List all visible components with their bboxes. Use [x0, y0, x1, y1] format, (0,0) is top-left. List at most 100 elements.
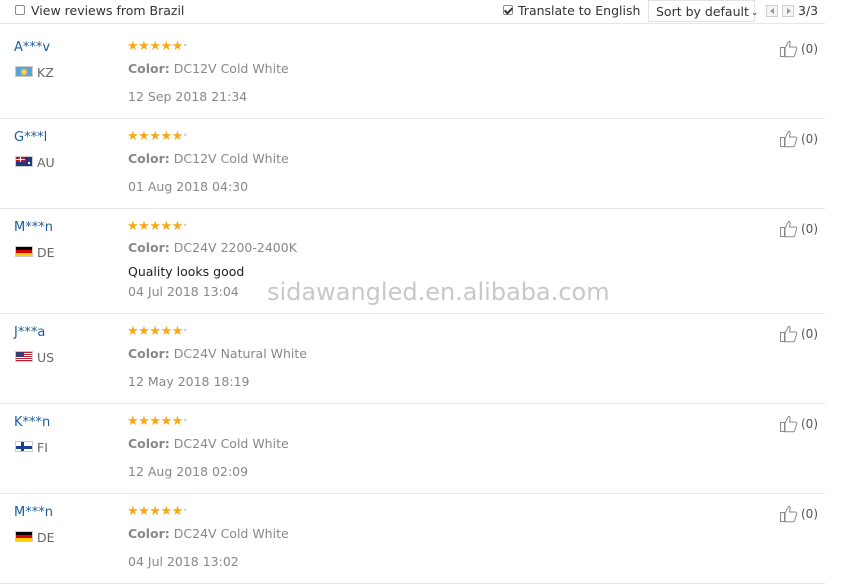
star-icon: ★: [127, 129, 139, 144]
thumbs-up-icon[interactable]: [779, 39, 799, 59]
review-item: A***v KZ ★★★★★• Color: DC12V Cold White 12 S…: [0, 29, 825, 119]
thumbs-up-icon[interactable]: [779, 504, 799, 524]
color-label: Color:: [128, 151, 170, 166]
review-comment: Quality looks good: [128, 264, 245, 279]
thumbs-up-icon[interactable]: [779, 219, 799, 239]
reviewer-name[interactable]: M***n: [14, 220, 53, 235]
star-icon: ★: [127, 39, 139, 54]
star-end-dot: •: [182, 416, 188, 425]
star-icon: ★: [160, 219, 172, 234]
star-rating: ★★★★★•: [127, 219, 188, 234]
reviewer-name[interactable]: G***l: [14, 130, 47, 145]
color-label: Color:: [128, 61, 170, 76]
flag-kz-icon: [15, 66, 33, 77]
star-icon: ★: [149, 504, 161, 519]
color-value: DC24V Natural White: [173, 346, 307, 361]
sort-dropdown[interactable]: Sort by default ⌄: [648, 0, 758, 22]
star-icon: ★: [127, 414, 139, 429]
review-toolbar: View reviews from Brazil Translate to En…: [0, 0, 825, 24]
color-value: DC24V Cold White: [173, 436, 289, 451]
star-icon: ★: [160, 504, 172, 519]
reviewer-country: AU: [37, 155, 55, 170]
star-icon: ★: [138, 324, 150, 339]
star-end-dot: •: [182, 326, 188, 335]
arrow-right-icon: [787, 8, 791, 14]
thumbs-up-icon[interactable]: [779, 414, 799, 434]
flag-us-icon: [15, 351, 33, 362]
review-date: 12 Sep 2018 21:34: [128, 89, 248, 104]
page-indicator: 3/3: [798, 3, 819, 18]
view-brazil-checkbox[interactable]: [15, 5, 25, 15]
star-rating: ★★★★★•: [127, 504, 188, 519]
star-icon: ★: [160, 414, 172, 429]
star-icon: ★: [149, 414, 161, 429]
star-icon: ★: [138, 414, 150, 429]
flag-au-icon: [15, 156, 33, 167]
star-icon: ★: [171, 414, 184, 429]
like-count: (0): [801, 132, 818, 146]
color-value: DC24V Cold White: [173, 526, 289, 541]
review-item: K***n FI ★★★★★• Color: DC24V Cold White 12 A…: [0, 404, 825, 494]
star-rating: ★★★★★•: [127, 414, 188, 429]
arrow-left-icon: [770, 8, 774, 14]
chevron-down-icon: ⌄: [750, 8, 759, 18]
thumbs-up-icon[interactable]: [779, 129, 799, 149]
prev-page-button[interactable]: [766, 5, 778, 17]
star-icon: ★: [138, 39, 150, 54]
star-end-dot: •: [182, 221, 188, 230]
color-line: Color: DC12V Cold White: [128, 151, 289, 166]
reviewer-country: KZ: [37, 65, 54, 80]
star-end-dot: •: [182, 131, 188, 140]
star-icon: ★: [138, 219, 150, 234]
star-icon: ★: [127, 504, 139, 519]
star-icon: ★: [127, 324, 139, 339]
flag-de-icon: [15, 531, 33, 542]
color-value: DC12V Cold White: [173, 61, 289, 76]
color-value: DC12V Cold White: [173, 151, 289, 166]
star-rating: ★★★★★•: [127, 129, 188, 144]
star-icon: ★: [149, 219, 161, 234]
watermark: sidawangled.en.alibaba.com: [267, 278, 610, 306]
reviewer-country: DE: [37, 530, 55, 545]
reviewer-name[interactable]: J***a: [14, 325, 45, 340]
reviewer-name[interactable]: M***n: [14, 505, 53, 520]
reviewer-name[interactable]: K***n: [14, 415, 50, 430]
reviewer-country: US: [37, 350, 55, 365]
review-date: 04 Jul 2018 13:02: [128, 554, 239, 569]
translate-label[interactable]: Translate to English: [518, 3, 640, 18]
star-icon: ★: [160, 324, 172, 339]
review-item: G***l AU ★★★★★• Color: DC12V Cold White 01 A…: [0, 119, 825, 209]
color-line: Color: DC12V Cold White: [128, 61, 289, 76]
color-value: DC24V 2200-2400K: [173, 240, 297, 255]
review-date: 12 Aug 2018 02:09: [128, 464, 249, 479]
reviewer-country: FI: [37, 440, 48, 455]
like-count: (0): [801, 222, 818, 236]
star-icon: ★: [149, 39, 161, 54]
star-icon: ★: [160, 39, 172, 54]
star-icon: ★: [138, 129, 150, 144]
reviewer-name[interactable]: A***v: [14, 40, 50, 55]
color-line: Color: DC24V Cold White: [128, 526, 289, 541]
star-icon: ★: [171, 39, 184, 54]
star-icon: ★: [171, 324, 184, 339]
star-rating: ★★★★★•: [127, 39, 188, 54]
translate-checkbox[interactable]: [503, 5, 513, 15]
star-icon: ★: [149, 324, 161, 339]
star-end-dot: •: [182, 41, 188, 50]
review-date: 04 Jul 2018 13:04: [128, 284, 239, 299]
reviewer-country: DE: [37, 245, 55, 260]
review-item: J***a US ★★★★★• Color: DC24V Natural White 1…: [0, 314, 825, 404]
star-icon: ★: [171, 504, 184, 519]
flag-de-icon: [15, 246, 33, 257]
color-line: Color: DC24V Cold White: [128, 436, 289, 451]
star-end-dot: •: [182, 506, 188, 515]
next-page-button[interactable]: [782, 5, 794, 17]
like-count: (0): [801, 507, 818, 521]
thumbs-up-icon[interactable]: [779, 324, 799, 344]
star-icon: ★: [171, 219, 184, 234]
view-brazil-label[interactable]: View reviews from Brazil: [31, 3, 184, 18]
color-line: Color: DC24V Natural White: [128, 346, 307, 361]
star-icon: ★: [160, 129, 172, 144]
color-label: Color:: [128, 526, 170, 541]
like-count: (0): [801, 42, 818, 56]
